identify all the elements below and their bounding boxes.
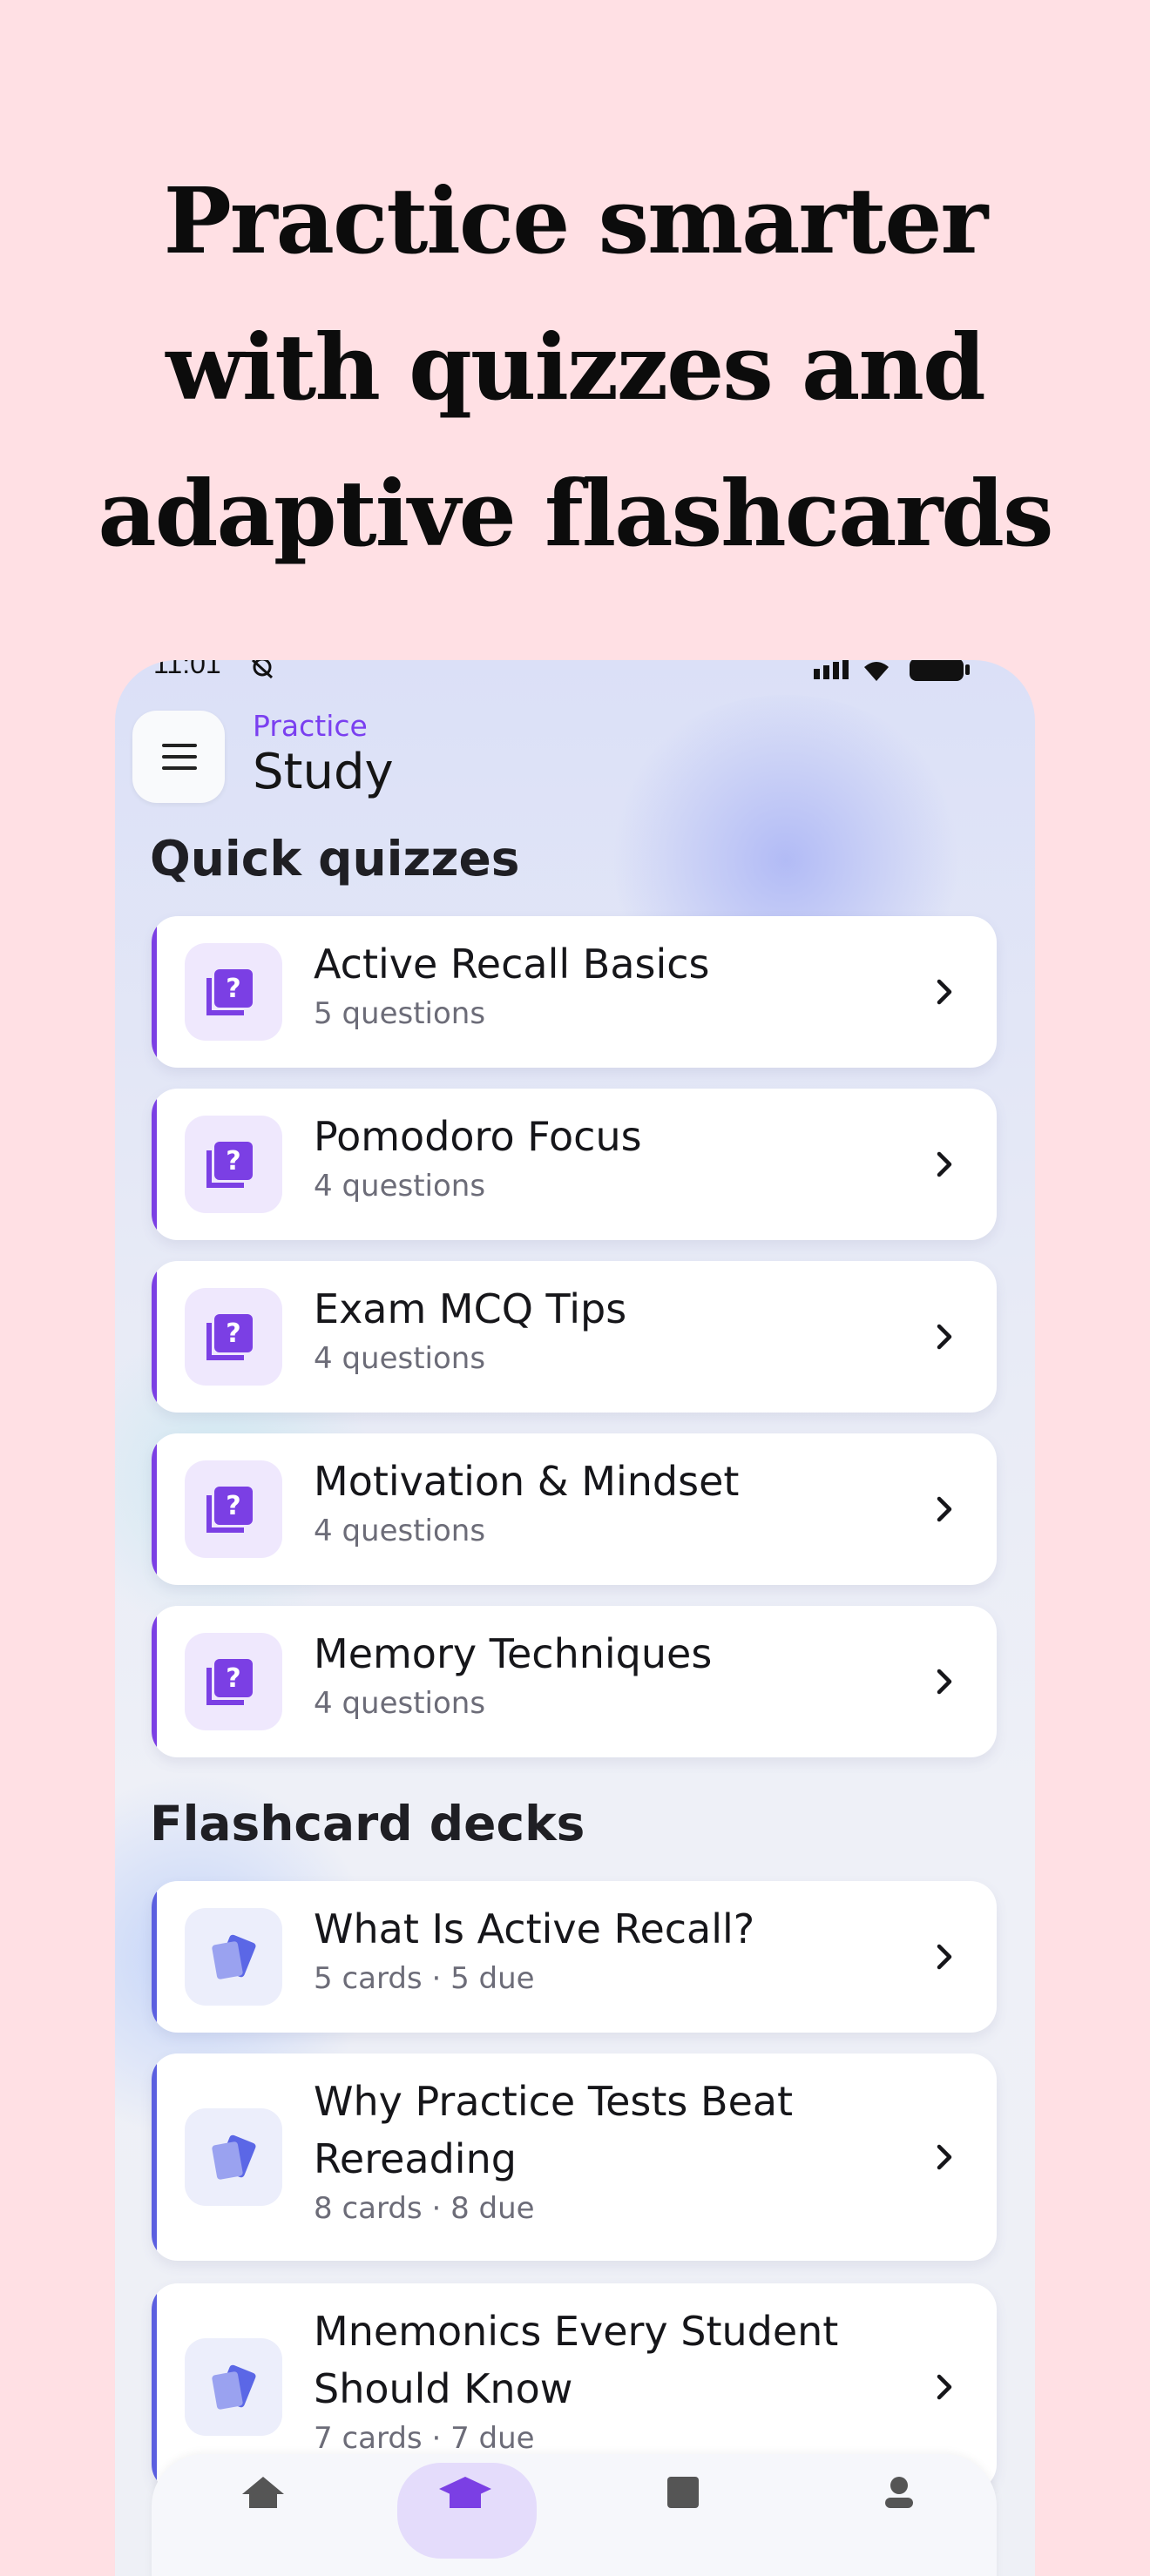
quiz-title: Pomodoro Focus: [314, 1113, 642, 1160]
page-overline: Practice: [253, 709, 368, 743]
deck-subtitle: 7 cards · 7 due: [314, 2421, 535, 2456]
card-accent-bar: [152, 2053, 157, 2261]
quiz-card[interactable]: ? Active Recall Basics 5 questions: [152, 916, 997, 1068]
headline-line-3: adaptive flashcards: [98, 460, 1053, 567]
quiz-subtitle: 5 questions: [314, 996, 486, 1031]
section-heading-flashcard-decks: Flashcard decks: [150, 1796, 585, 1851]
quiz-subtitle: 4 questions: [314, 1514, 486, 1548]
quiz-card[interactable]: ? Memory Techniques 4 questions: [152, 1606, 997, 1757]
deck-subtitle: 8 cards · 8 due: [314, 2191, 535, 2226]
hamburger-menu-icon-bar: [162, 766, 197, 770]
quiz-subtitle: 4 questions: [314, 1341, 486, 1376]
deck-title-line: What Is Active Recall?: [314, 1905, 755, 1952]
chevron-right-icon: [927, 1147, 962, 1182]
flashcard-deck-card[interactable]: What Is Active Recall? 5 cards · 5 due: [152, 1881, 997, 2033]
quiz-subtitle: 4 questions: [314, 1169, 486, 1204]
quiz-title: Memory Techniques: [314, 1630, 713, 1677]
section-heading-quick-quizzes: Quick quizzes: [150, 831, 520, 887]
chevron-right-icon: [927, 974, 962, 1009]
flashcards-icon: [185, 2108, 282, 2206]
headline-line-1: Practice smarter: [163, 167, 989, 274]
chevron-right-icon: [927, 2370, 962, 2404]
signal-icon: [814, 660, 849, 679]
quiz-card[interactable]: ? Motivation & Mindset 4 questions: [152, 1433, 997, 1585]
chevron-right-icon: [927, 1664, 962, 1699]
chevron-right-icon: [927, 2140, 962, 2175]
phone-screen: 11:01 Practice Study Quick quizzes ? Acti…: [115, 660, 1035, 2576]
marketing-headline: Practice smarter with quizzes and adapti…: [0, 148, 1150, 587]
quiz-card[interactable]: ? Pomodoro Focus 4 questions: [152, 1089, 997, 1240]
deck-title-line: Why Practice Tests Beat: [314, 2078, 794, 2125]
status-bar: 11:01: [115, 660, 1035, 686]
flashcards-icon: [185, 1908, 282, 2006]
chevron-right-icon: [927, 1939, 962, 1974]
quiz-title: Active Recall Basics: [314, 941, 710, 988]
book-icon[interactable]: [664, 2473, 702, 2508]
quiz-question-icon: ?: [185, 1116, 282, 1213]
quiz-title: Motivation & Mindset: [314, 1458, 740, 1505]
flashcard-deck-card[interactable]: Why Practice Tests Beat Rereading 8 cards …: [152, 2053, 997, 2261]
svg-text:?: ?: [226, 1146, 240, 1177]
status-time: 11:01: [153, 660, 221, 679]
home-icon[interactable]: [239, 2473, 288, 2508]
card-accent-bar: [152, 1261, 157, 1413]
quiz-question-icon: ?: [185, 1460, 282, 1558]
quiz-question-icon: ?: [185, 1633, 282, 1730]
deck-title-line: Should Know: [314, 2365, 573, 2412]
chevron-right-icon: [927, 1319, 962, 1354]
svg-text:?: ?: [226, 1491, 240, 1521]
card-accent-bar: [152, 1881, 157, 2033]
card-accent-bar: [152, 1433, 157, 1585]
flashcards-icon: [185, 2338, 282, 2436]
card-accent-bar: [152, 2283, 157, 2491]
wifi-icon: [864, 662, 889, 681]
svg-text:?: ?: [226, 1663, 240, 1694]
bottom-navigation: [152, 2454, 997, 2576]
graduation-cap-icon[interactable]: [437, 2473, 493, 2508]
deck-title-line: Mnemonics Every Student: [314, 2308, 839, 2355]
deck-subtitle: 5 cards · 5 due: [314, 1961, 535, 1996]
profile-icon[interactable]: [880, 2473, 918, 2508]
svg-text:?: ?: [226, 1318, 240, 1349]
quiz-subtitle: 4 questions: [314, 1686, 486, 1721]
battery-icon: [910, 660, 970, 681]
card-accent-bar: [152, 916, 157, 1068]
headline-line-2: with quizzes and: [166, 314, 986, 421]
chevron-right-icon: [927, 1492, 962, 1527]
page-title: Study: [253, 744, 394, 800]
card-accent-bar: [152, 1089, 157, 1240]
quiz-question-icon: ?: [185, 1288, 282, 1386]
quiz-title: Exam MCQ Tips: [314, 1285, 627, 1332]
location-off-icon: [251, 660, 274, 679]
hamburger-menu-icon: [162, 744, 197, 747]
deck-title-line: Rereading: [314, 2135, 517, 2182]
quiz-question-icon: ?: [185, 943, 282, 1041]
quiz-card[interactable]: ? Exam MCQ Tips 4 questions: [152, 1261, 997, 1413]
menu-button[interactable]: [132, 711, 225, 803]
card-accent-bar: [152, 1606, 157, 1757]
hamburger-menu-icon-bar: [162, 755, 197, 759]
svg-text:?: ?: [226, 974, 240, 1004]
